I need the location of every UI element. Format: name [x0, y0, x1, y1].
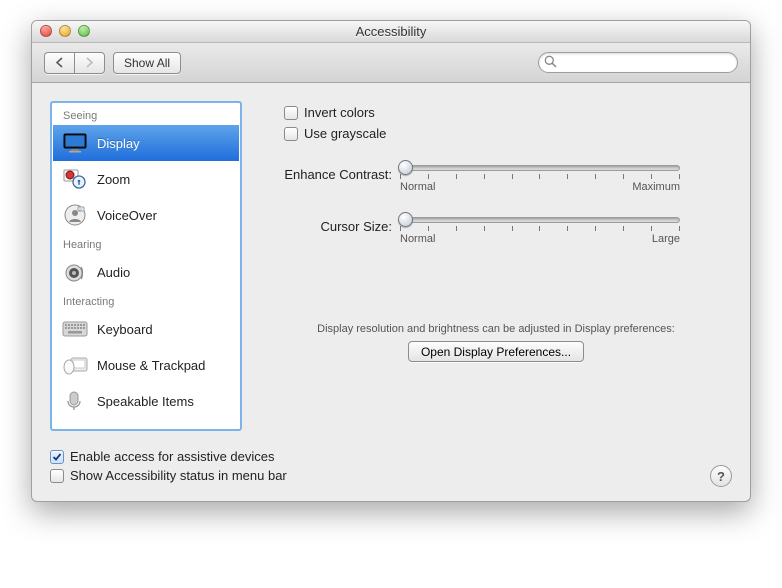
sidebar-item-label: VoiceOver — [97, 208, 157, 223]
mouse-trackpad-icon — [62, 353, 88, 377]
zoom-icon[interactable] — [78, 25, 90, 37]
sidebar-item-label: Audio — [97, 265, 130, 280]
search-field[interactable] — [538, 52, 738, 73]
speakable-icon — [62, 389, 88, 413]
titlebar[interactable]: Accessibility — [32, 21, 750, 43]
chevron-left-icon — [55, 57, 64, 68]
close-icon[interactable] — [40, 25, 52, 37]
sidebar-item-keyboard[interactable]: Keyboard — [53, 311, 239, 347]
bottom-panel: Enable access for assistive devices Show… — [32, 441, 750, 501]
open-display-preferences-button[interactable]: Open Display Preferences... — [408, 341, 584, 362]
invert-colors-row[interactable]: Invert colors — [284, 105, 732, 120]
enable-assistive-label: Enable access for assistive devices — [70, 449, 274, 464]
back-button[interactable] — [44, 52, 74, 74]
sidebar-item-speakable-items[interactable]: Speakable Items — [53, 383, 239, 419]
use-grayscale-row[interactable]: Use grayscale — [284, 126, 732, 141]
status-menubar-label: Show Accessibility status in menu bar — [70, 468, 287, 483]
search-input[interactable] — [538, 52, 738, 73]
sidebar-scroll[interactable]: Seeing Display Zoom — [53, 104, 239, 428]
window-title: Accessibility — [356, 24, 427, 39]
sidebar-item-label: Mouse & Trackpad — [97, 358, 205, 373]
toolbar: Show All — [32, 43, 750, 83]
main-panel: Invert colors Use grayscale Enhance Cont… — [260, 101, 732, 431]
cursor-size-block: Cursor Size: Normal Large — [260, 217, 732, 245]
slider-ticks — [400, 226, 680, 231]
display-prefs-footnote: Display resolution and brightness can be… — [260, 323, 732, 335]
sidebar-item-audio[interactable]: Audio — [53, 254, 239, 290]
sidebar-item-label: Keyboard — [97, 322, 153, 337]
enable-assistive-row[interactable]: Enable access for assistive devices — [50, 449, 732, 464]
cursor-size-slider[interactable] — [400, 217, 680, 223]
audio-icon — [62, 260, 88, 284]
cursor-min-label: Normal — [400, 233, 435, 245]
cursor-max-label: Large — [652, 233, 680, 245]
traffic-lights — [40, 25, 90, 37]
zoom-icon — [62, 167, 88, 191]
enhance-contrast-block: Enhance Contrast: Normal Maximum — [260, 165, 732, 193]
slider-ticks — [400, 174, 680, 179]
show-all-button[interactable]: Show All — [113, 52, 181, 74]
search-icon — [544, 55, 557, 71]
contrast-min-label: Normal — [400, 181, 435, 193]
keyboard-icon — [62, 317, 88, 341]
sidebar-section-interacting: Interacting — [53, 290, 239, 311]
sidebar-section-seeing: Seeing — [53, 104, 239, 125]
cursor-size-label: Cursor Size: — [260, 217, 400, 234]
help-button[interactable]: ? — [710, 465, 732, 487]
sidebar-item-label: Speakable Items — [97, 394, 194, 409]
sidebar-item-label: Zoom — [97, 172, 130, 187]
slider-thumb[interactable] — [398, 160, 413, 175]
status-menubar-row[interactable]: Show Accessibility status in menu bar — [50, 468, 732, 483]
enhance-contrast-slider[interactable] — [400, 165, 680, 171]
sidebar: Seeing Display Zoom — [50, 101, 242, 431]
sidebar-item-zoom[interactable]: Zoom — [53, 161, 239, 197]
invert-colors-checkbox[interactable] — [284, 106, 298, 120]
enable-assistive-checkbox[interactable] — [50, 450, 64, 464]
sidebar-item-display[interactable]: Display — [53, 125, 239, 161]
chevron-right-icon — [85, 57, 94, 68]
status-menubar-checkbox[interactable] — [50, 469, 64, 483]
accessibility-window: Accessibility Show All Seeing — [31, 20, 751, 502]
sidebar-item-mouse-trackpad[interactable]: Mouse & Trackpad — [53, 347, 239, 383]
enhance-contrast-label: Enhance Contrast: — [260, 165, 400, 182]
slider-thumb[interactable] — [398, 212, 413, 227]
sidebar-item-label: Display — [97, 136, 140, 151]
invert-colors-label: Invert colors — [304, 105, 375, 120]
forward-button[interactable] — [74, 52, 105, 74]
sidebar-section-hearing: Hearing — [53, 233, 239, 254]
minimize-icon[interactable] — [59, 25, 71, 37]
sidebar-item-voiceover[interactable]: VoiceOver — [53, 197, 239, 233]
nav-buttons — [44, 52, 105, 74]
voiceover-icon — [62, 203, 88, 227]
display-icon — [62, 131, 88, 155]
use-grayscale-checkbox[interactable] — [284, 127, 298, 141]
use-grayscale-label: Use grayscale — [304, 126, 386, 141]
contrast-max-label: Maximum — [632, 181, 680, 193]
